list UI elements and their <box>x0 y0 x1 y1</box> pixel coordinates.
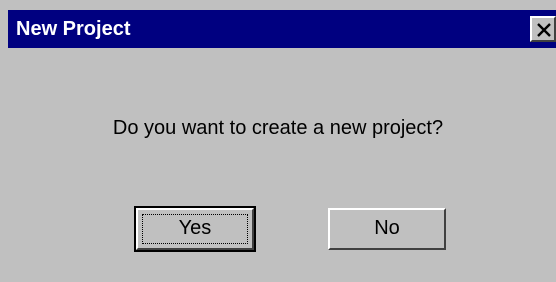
close-icon <box>537 23 551 37</box>
yes-button-label: Yes <box>178 217 212 239</box>
no-button-label: No <box>374 217 400 239</box>
title-bar[interactable]: New Project <box>8 10 556 48</box>
no-button[interactable]: No <box>328 208 446 250</box>
window-title: New Project <box>16 18 131 40</box>
dialog-message: Do you want to create a new project? <box>112 117 444 139</box>
close-button[interactable] <box>530 16 556 42</box>
dialog-left-edge <box>0 0 8 282</box>
dialog-top-edge <box>0 0 556 10</box>
new-project-dialog: New Project Do you want to create a new … <box>0 0 556 282</box>
yes-button[interactable]: Yes <box>134 206 256 252</box>
